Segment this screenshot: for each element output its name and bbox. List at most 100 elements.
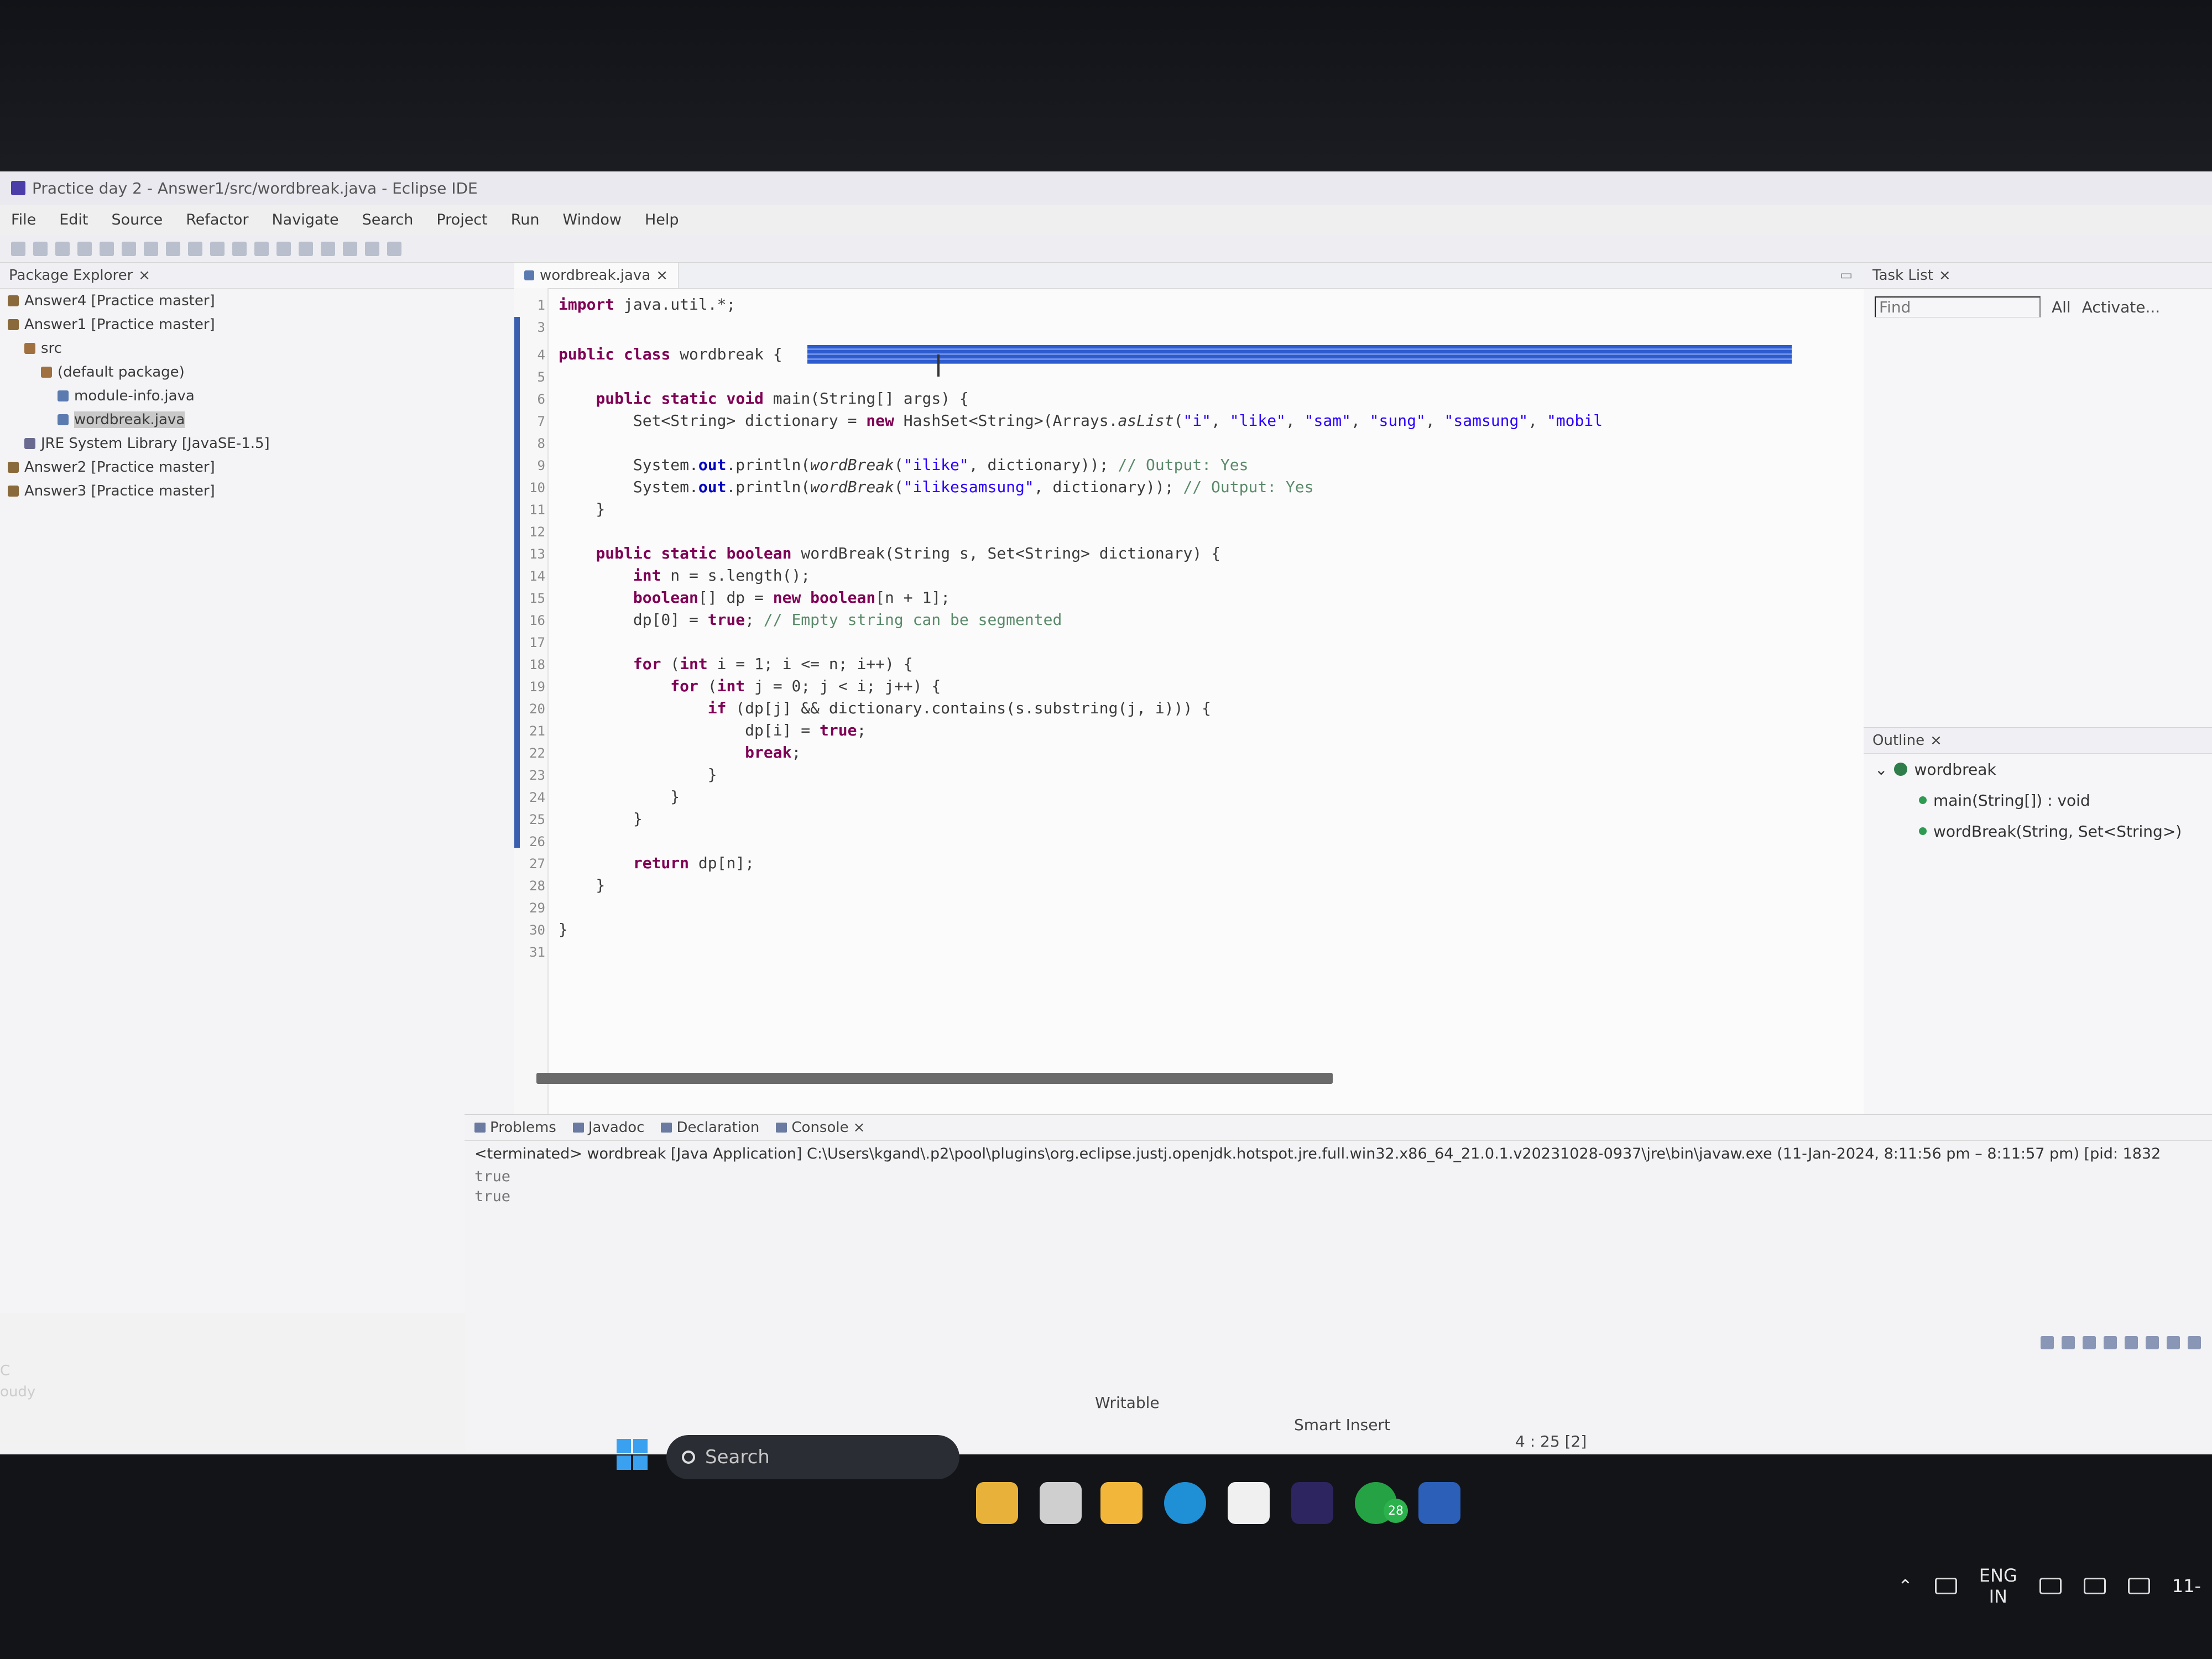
menu-project[interactable]: Project bbox=[436, 211, 487, 228]
open-console-icon[interactable] bbox=[2188, 1336, 2201, 1349]
code-line[interactable]: 11 } bbox=[514, 498, 605, 520]
menu-search[interactable]: Search bbox=[362, 211, 414, 228]
search-icon[interactable] bbox=[254, 241, 269, 256]
remove-launch-icon[interactable] bbox=[2062, 1336, 2075, 1349]
tree-item-default-package[interactable]: (default package) bbox=[0, 360, 514, 384]
chevron-up-icon[interactable]: ⌃ bbox=[1898, 1575, 1913, 1597]
code-line[interactable]: 6 public static void main(String[] args)… bbox=[514, 388, 969, 410]
tree-item-answer2[interactable]: Answer2 [Practice master] bbox=[0, 455, 514, 479]
battery-icon[interactable] bbox=[2127, 1578, 2150, 1594]
tree-item-answer3[interactable]: Answer3 [Practice master] bbox=[0, 479, 514, 503]
previous-annotation-icon[interactable] bbox=[321, 241, 335, 256]
tree-item-jre-library[interactable]: JRE System Library [JavaSE-1.5] bbox=[0, 431, 514, 455]
menu-navigate[interactable]: Navigate bbox=[272, 211, 338, 228]
toggle-mark-icon[interactable] bbox=[276, 241, 291, 256]
code-line[interactable]: 15 boolean[] dp = new boolean[n + 1]; bbox=[514, 587, 950, 609]
code-line[interactable]: 1 import java.util.*; bbox=[514, 294, 736, 316]
code-line[interactable]: 10 System.out.println(wordBreak("ilikesa… bbox=[514, 476, 1313, 498]
next-annotation-icon[interactable] bbox=[299, 241, 313, 256]
file-explorer-icon[interactable] bbox=[1100, 1482, 1142, 1524]
close-icon[interactable]: × bbox=[138, 267, 150, 284]
code-line[interactable]: 22 break; bbox=[514, 742, 801, 764]
run-icon[interactable] bbox=[122, 241, 136, 256]
code-line[interactable]: 8 bbox=[514, 432, 559, 454]
tree-item-answer4[interactable]: Answer4 [Practice master] bbox=[0, 289, 514, 312]
tab-declaration[interactable]: Declaration bbox=[661, 1119, 759, 1136]
code-line[interactable]: 31 bbox=[514, 941, 559, 963]
open-type-icon[interactable] bbox=[232, 241, 247, 256]
eclipse-taskbar-icon[interactable] bbox=[1291, 1482, 1333, 1524]
chevron-down-icon[interactable]: ⌄ bbox=[1875, 760, 1887, 779]
copilot-icon[interactable] bbox=[976, 1482, 1018, 1524]
tab-task-list[interactable]: Task List × bbox=[1864, 263, 2212, 289]
weather-widget[interactable]: C oudy bbox=[0, 1360, 35, 1402]
activate-link[interactable]: Activate... bbox=[2082, 298, 2160, 316]
microsoft-store-icon[interactable] bbox=[1228, 1482, 1270, 1524]
new-icon[interactable] bbox=[11, 241, 25, 256]
word-wrap-icon[interactable] bbox=[2125, 1336, 2138, 1349]
code-line[interactable]: 9 System.out.println(wordBreak("ilike", … bbox=[514, 454, 1249, 476]
filter-all-link[interactable]: All bbox=[2052, 298, 2071, 316]
code-line[interactable]: 16 dp[0] = true; // Empty string can be … bbox=[514, 609, 1062, 631]
code-line[interactable]: 24 } bbox=[514, 786, 680, 808]
terminate-icon[interactable] bbox=[2041, 1336, 2054, 1349]
close-icon[interactable]: × bbox=[853, 1119, 865, 1136]
tab-javadoc[interactable]: Javadoc bbox=[572, 1119, 644, 1136]
code-line[interactable]: 14 int n = s.length(); bbox=[514, 565, 810, 587]
tree-item-module-info[interactable]: module-info.java bbox=[0, 384, 514, 408]
code-line[interactable]: 29 bbox=[514, 896, 559, 919]
new-class-icon[interactable] bbox=[210, 241, 225, 256]
code-line[interactable]: 30} bbox=[514, 919, 568, 941]
code-line[interactable]: 12 bbox=[514, 520, 559, 542]
code-line[interactable]: 7 Set<String> dictionary = new HashSet<S… bbox=[514, 410, 1603, 432]
close-icon[interactable]: × bbox=[656, 267, 668, 284]
edge-browser-icon[interactable] bbox=[1164, 1482, 1206, 1524]
tab-outline[interactable]: Outline × bbox=[1864, 728, 2212, 754]
code-line[interactable]: 19 for (int j = 0; j < i; j++) { bbox=[514, 675, 941, 697]
tab-package-explorer[interactable]: Package Explorer × bbox=[0, 263, 514, 289]
new-java-project-icon[interactable] bbox=[166, 241, 180, 256]
save-all-icon[interactable] bbox=[55, 241, 70, 256]
back-icon[interactable] bbox=[343, 241, 357, 256]
outline-class-wordbreak[interactable]: ⌄ wordbreak bbox=[1864, 754, 2212, 785]
tree-item-answer1[interactable]: Answer1 [Practice master] bbox=[0, 312, 514, 336]
code-editor[interactable]: wordbreak.java × ▭ 1 import java.util.*; 3… bbox=[514, 263, 1864, 1118]
code-line[interactable]: 5 bbox=[514, 366, 559, 388]
menu-source[interactable]: Source bbox=[111, 211, 163, 228]
outline-method-main[interactable]: main(String[]) : void bbox=[1864, 785, 2212, 816]
code-line[interactable]: 27 return dp[n]; bbox=[514, 852, 754, 874]
tree-item-src[interactable]: src bbox=[0, 336, 514, 360]
scroll-lock-icon[interactable] bbox=[2104, 1336, 2117, 1349]
code-line[interactable]: 3 bbox=[514, 316, 559, 338]
task-view-icon[interactable] bbox=[1040, 1482, 1082, 1524]
code-line[interactable]: 17 bbox=[514, 631, 559, 653]
code-line[interactable]: 23 } bbox=[514, 764, 717, 786]
save-icon[interactable] bbox=[33, 241, 48, 256]
outline-method-wordbreak[interactable]: wordBreak(String, Set<String>) bbox=[1864, 816, 2212, 847]
tab-problems[interactable]: Problems bbox=[474, 1119, 556, 1136]
close-icon[interactable]: × bbox=[1939, 267, 1951, 284]
print-icon[interactable] bbox=[77, 241, 92, 256]
volume-icon[interactable] bbox=[2083, 1578, 2106, 1594]
menu-window[interactable]: Window bbox=[563, 211, 622, 228]
code-area[interactable]: 1 import java.util.*; 3 4 public class wordb… bbox=[514, 294, 1864, 1068]
pin-console-icon[interactable] bbox=[2146, 1336, 2159, 1349]
code-line[interactable]: 13 public static boolean wordBreak(Strin… bbox=[514, 542, 1220, 565]
code-line[interactable]: 25 } bbox=[514, 808, 643, 830]
code-line[interactable]: 21 dp[i] = true; bbox=[514, 719, 866, 742]
new-package-icon[interactable] bbox=[188, 241, 202, 256]
pin-icon[interactable] bbox=[387, 241, 401, 256]
external-tools-icon[interactable] bbox=[144, 241, 158, 256]
code-line[interactable]: 4 public class wordbreak { bbox=[514, 343, 782, 366]
windows-start-icon[interactable] bbox=[617, 1439, 648, 1470]
close-icon[interactable]: × bbox=[1930, 732, 1942, 749]
find-input[interactable] bbox=[1875, 296, 2041, 317]
menu-run[interactable]: Run bbox=[511, 211, 540, 228]
word-icon[interactable] bbox=[1418, 1482, 1460, 1524]
horizontal-scrollbar[interactable] bbox=[536, 1073, 1333, 1084]
code-line[interactable]: 28 } bbox=[514, 874, 605, 896]
tab-console[interactable]: Console × bbox=[776, 1119, 865, 1136]
menu-file[interactable]: File bbox=[11, 211, 36, 228]
clock[interactable]: 11- bbox=[2172, 1575, 2201, 1597]
tree-item-wordbreak[interactable]: wordbreak.java bbox=[0, 408, 514, 431]
